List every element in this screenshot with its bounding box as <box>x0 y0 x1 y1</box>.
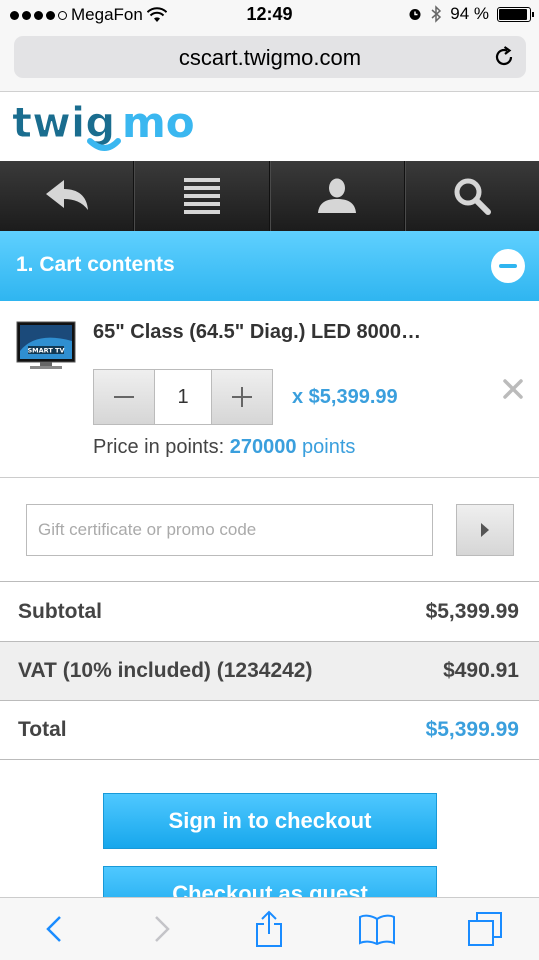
price-in-points: Price in points: 270000 points <box>93 436 355 459</box>
nav-back-button[interactable] <box>0 161 135 231</box>
browser-back-button[interactable] <box>32 907 76 951</box>
subtotal-label: Subtotal <box>18 600 102 623</box>
points-label: Price in points: <box>93 436 225 458</box>
cart-item: SMART TV 65" Class (64.5" Diag.) LED 800… <box>0 301 539 478</box>
increase-quantity-button[interactable] <box>211 370 272 424</box>
quantity-value[interactable]: 1 <box>154 370 212 424</box>
remove-item-button[interactable] <box>503 374 523 406</box>
vat-row: VAT (10% included) (1234242) $490.91 <box>0 642 539 701</box>
bookmarks-icon <box>359 914 396 945</box>
total-row: Total $5,399.99 <box>0 701 539 760</box>
subtotal-row: Subtotal $5,399.99 <box>0 583 539 642</box>
apply-promo-button[interactable] <box>456 504 514 556</box>
browser-toolbar <box>0 897 539 960</box>
vat-label: VAT (10% included) (1234242) <box>18 659 313 682</box>
subtotal-value: $5,399.99 <box>425 600 519 623</box>
svg-text:twig: twig <box>12 98 115 147</box>
nav-account-button[interactable] <box>269 161 405 231</box>
promo-section <box>0 478 539 582</box>
points-value: 270000 <box>229 436 297 458</box>
product-name[interactable]: 65" Class (64.5" Diag.) LED 8000… <box>93 321 421 344</box>
browser-address-area: cscart.twigmo.com <box>0 32 539 92</box>
cart-section-title: 1. Cart contents <box>16 253 175 276</box>
reload-icon[interactable] <box>492 45 516 69</box>
total-label: Total <box>18 718 67 741</box>
decrease-quantity-button[interactable] <box>94 370 155 424</box>
close-icon <box>503 379 523 399</box>
battery-percentage: 94 % <box>450 4 489 23</box>
twigmo-logo[interactable]: twig mo <box>10 97 200 157</box>
status-right: 94 % <box>408 4 534 24</box>
minus-icon <box>114 396 135 398</box>
forward-icon <box>154 916 170 942</box>
quantity-stepper: 1 <box>93 369 273 425</box>
alarm-icon <box>409 9 421 20</box>
user-icon <box>318 178 357 213</box>
vat-value: $490.91 <box>443 659 519 682</box>
search-icon <box>454 178 492 215</box>
cart-section-header[interactable]: 1. Cart contents <box>0 231 539 301</box>
browser-bookmarks-button[interactable] <box>355 907 399 951</box>
back-arrow-icon <box>45 180 88 210</box>
product-thumbnail[interactable]: SMART TV <box>16 321 76 373</box>
plus-icon <box>231 387 252 407</box>
collapse-minus-icon[interactable] <box>491 249 525 283</box>
browser-forward-button[interactable] <box>140 907 184 951</box>
battery-icon <box>497 6 534 22</box>
header-logo-area: twig mo <box>0 93 539 161</box>
status-bar: MegaFon 12:49 94 % <box>0 0 539 32</box>
play-arrow-icon <box>481 523 489 537</box>
bluetooth-icon <box>431 5 442 23</box>
menu-list-icon <box>183 178 220 214</box>
svg-text:SMART TV: SMART TV <box>27 347 64 355</box>
back-icon <box>46 916 61 942</box>
svg-text:mo: mo <box>122 98 195 147</box>
main-nav <box>0 161 539 231</box>
url-text[interactable]: cscart.twigmo.com <box>14 45 526 71</box>
address-bar[interactable]: cscart.twigmo.com <box>14 36 526 78</box>
tabs-icon <box>468 912 503 946</box>
sign-in-to-checkout-button[interactable]: Sign in to checkout <box>103 793 437 849</box>
promo-code-input[interactable] <box>26 504 433 556</box>
points-unit: points <box>302 436 356 458</box>
share-icon <box>256 910 283 947</box>
browser-share-button[interactable] <box>247 907 291 951</box>
nav-search-button[interactable] <box>404 161 539 231</box>
total-value: $5,399.99 <box>425 718 519 741</box>
item-price: x $5,399.99 <box>292 386 398 408</box>
browser-tabs-button[interactable] <box>463 907 507 951</box>
nav-menu-button[interactable] <box>134 161 270 231</box>
